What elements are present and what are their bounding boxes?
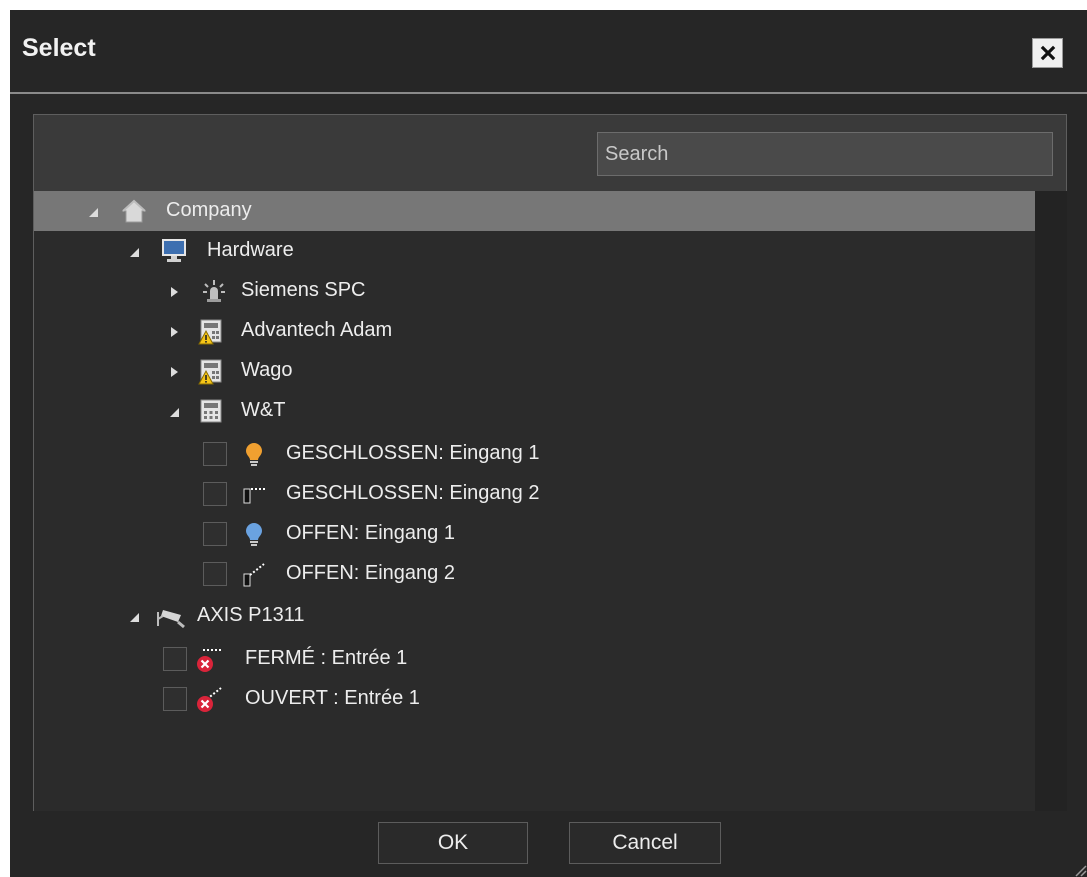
item-checkbox[interactable] bbox=[203, 442, 227, 466]
close-button[interactable] bbox=[1032, 38, 1063, 68]
item-checkbox[interactable] bbox=[163, 647, 187, 671]
tree-node-label: GESCHLOSSEN: Eingang 2 bbox=[286, 482, 540, 504]
tree-node-label: FERMÉ : Entrée 1 bbox=[245, 647, 408, 669]
tree-node-label: GESCHLOSSEN: Eingang 1 bbox=[286, 442, 540, 464]
input-error-icon bbox=[195, 645, 223, 673]
collapsed-arrow-icon[interactable] bbox=[167, 325, 181, 339]
collapsed-arrow-icon[interactable] bbox=[167, 285, 181, 299]
tree-node-company[interactable]: Company bbox=[34, 191, 1035, 231]
select-dialog: Select Company bbox=[10, 10, 1087, 877]
bulb-orange-icon bbox=[240, 440, 268, 468]
tree-leaf-wt-open-input-1[interactable]: OFFEN: Eingang 1 bbox=[34, 514, 1035, 554]
tree-leaf-wt-closed-input-2[interactable]: GESCHLOSSEN: Eingang 2 bbox=[34, 474, 1035, 514]
tree-node-label: Company bbox=[166, 199, 252, 221]
tree-node-label: Advantech Adam bbox=[241, 319, 393, 341]
expanded-arrow-icon[interactable] bbox=[86, 205, 100, 219]
expanded-arrow-icon[interactable] bbox=[167, 405, 181, 419]
tree-node-label: OFFEN: Eingang 2 bbox=[286, 562, 455, 584]
tree-node-advantech-adam[interactable]: Advantech Adam bbox=[34, 311, 1035, 351]
tree-leaf-wt-open-input-2[interactable]: OFFEN: Eingang 2 bbox=[34, 554, 1035, 594]
tree-node-label: OFFEN: Eingang 1 bbox=[286, 522, 455, 544]
home-icon bbox=[120, 197, 148, 225]
tree-node-label: W&T bbox=[241, 399, 286, 421]
dialog-title: Select bbox=[22, 34, 96, 62]
item-checkbox[interactable] bbox=[203, 522, 227, 546]
cancel-button[interactable]: Cancel bbox=[569, 822, 721, 864]
tree-scrollbar[interactable] bbox=[1035, 191, 1067, 811]
title-divider bbox=[10, 92, 1087, 94]
io-module-warning-icon bbox=[197, 357, 225, 385]
item-checkbox[interactable] bbox=[203, 482, 227, 506]
tree-node-axis-p1311[interactable]: AXIS P1311 bbox=[34, 596, 1035, 636]
tree-leaf-wt-closed-input-1[interactable]: GESCHLOSSEN: Eingang 1 bbox=[34, 434, 1035, 474]
camera-icon bbox=[154, 602, 185, 630]
bulb-blue-icon bbox=[240, 520, 268, 548]
monitor-icon bbox=[160, 237, 188, 265]
collapsed-arrow-icon[interactable] bbox=[167, 365, 181, 379]
tree-node-hardware[interactable]: Hardware bbox=[34, 231, 1035, 271]
io-module-warning-icon bbox=[197, 317, 225, 345]
item-checkbox[interactable] bbox=[203, 562, 227, 586]
resize-grip-icon[interactable] bbox=[1071, 861, 1087, 877]
selection-panel: Company Hardware bbox=[33, 114, 1067, 811]
tree-node-siemens-spc[interactable]: Siemens SPC bbox=[34, 271, 1035, 311]
tree-node-label: OUVERT : Entrée 1 bbox=[245, 687, 420, 709]
tree-node-label: Wago bbox=[241, 359, 293, 381]
expanded-arrow-icon[interactable] bbox=[127, 245, 141, 259]
input-closed-icon bbox=[240, 480, 268, 508]
tree-node-wt[interactable]: W&T bbox=[34, 391, 1035, 431]
search-input[interactable] bbox=[597, 132, 1053, 176]
ok-button[interactable]: OK bbox=[378, 822, 528, 864]
input-error-icon bbox=[195, 685, 223, 713]
tree-leaf-axis-closed-input-1[interactable]: FERMÉ : Entrée 1 bbox=[34, 639, 1035, 679]
tree-node-label: AXIS P1311 bbox=[197, 604, 305, 626]
expanded-arrow-icon[interactable] bbox=[127, 610, 141, 624]
alarm-light-icon bbox=[200, 277, 228, 305]
close-x-icon bbox=[1040, 45, 1055, 61]
io-module-icon bbox=[197, 397, 225, 425]
tree-view[interactable]: Company Hardware Siemens SPC Advantech A… bbox=[34, 191, 1035, 811]
tree-node-label: Siemens SPC bbox=[241, 279, 366, 301]
tree-leaf-axis-open-input-1[interactable]: OUVERT : Entrée 1 bbox=[34, 679, 1035, 719]
input-open-icon bbox=[240, 560, 268, 588]
item-checkbox[interactable] bbox=[163, 687, 187, 711]
tree-node-wago[interactable]: Wago bbox=[34, 351, 1035, 391]
title-bar: Select bbox=[10, 10, 1087, 92]
tree-node-label: Hardware bbox=[207, 239, 294, 261]
